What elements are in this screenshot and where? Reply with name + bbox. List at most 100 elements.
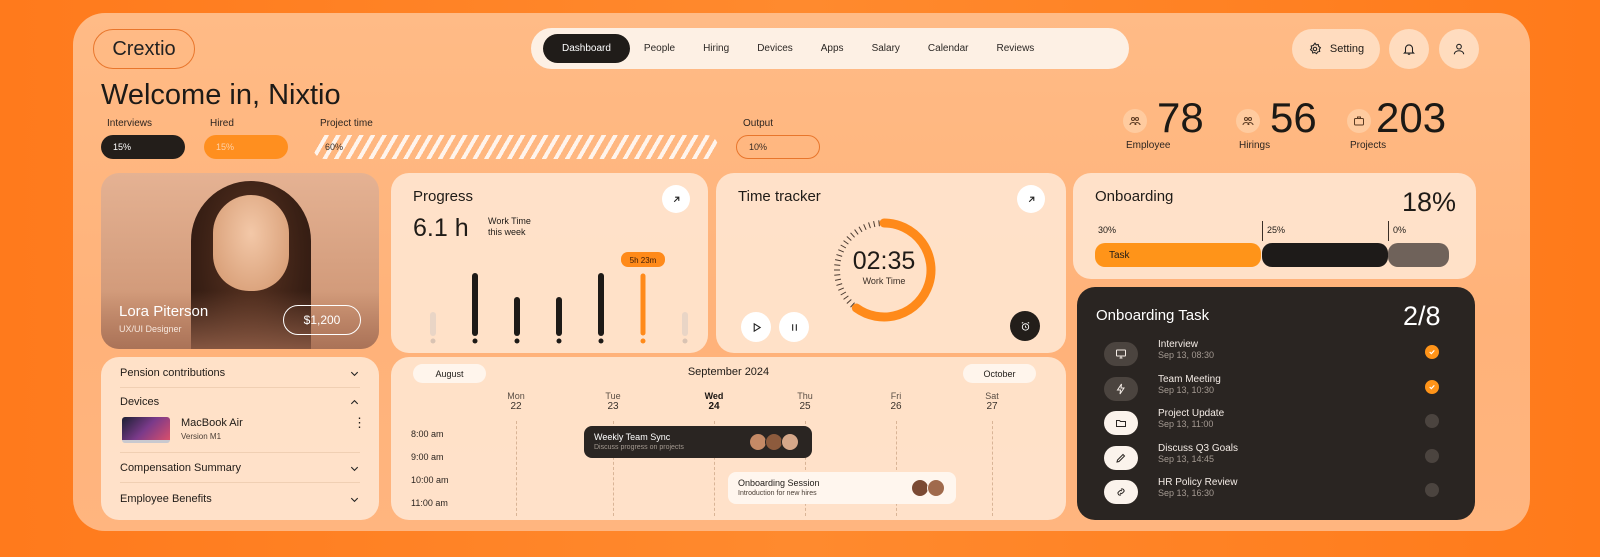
device-version: Version M1 [181, 432, 222, 441]
task-name: Discuss Q3 Goals [1158, 442, 1239, 454]
event-desc: Introduction for new hires [738, 490, 817, 497]
event-title: Weekly Team Sync [594, 432, 671, 442]
compensation-row[interactable]: Compensation Summary [120, 461, 360, 475]
progress-card: Progress 6.1 h Work Time this week SMTWT… [391, 173, 708, 353]
onboarding-seg-2-label: 25% [1267, 225, 1286, 235]
nav-calendar[interactable]: Calendar [914, 34, 983, 63]
next-month-button[interactable]: October [963, 364, 1036, 383]
chevron-down-icon [350, 466, 359, 471]
hired-label: Hired [210, 118, 234, 129]
play-button[interactable] [741, 312, 771, 342]
tick [838, 287, 845, 291]
event-onboarding-session[interactable]: Onboarding Session Introduction for new … [728, 472, 956, 504]
profile-role: UX/UI Designer [119, 324, 182, 334]
nav-apps[interactable]: Apps [807, 34, 858, 63]
nav-hiring[interactable]: Hiring [689, 34, 743, 63]
task-row[interactable]: Project Update Sep 13, 11:00 [1104, 408, 1444, 438]
bar-dot [598, 338, 604, 344]
employee-count: 78 [1157, 94, 1204, 141]
interviews-label: Interviews [107, 118, 153, 129]
task-row[interactable]: Team Meeting Sep 13, 10:30 [1104, 374, 1444, 404]
link-icon [1104, 480, 1138, 504]
bell-icon [1403, 44, 1415, 55]
tick [868, 222, 871, 229]
highlight-label: 5h 23m [630, 256, 657, 265]
project-time-chip: 60% [313, 135, 718, 159]
tracker-expand-button[interactable] [1017, 185, 1045, 213]
pension-row[interactable]: Pension contributions [120, 366, 360, 380]
tick [846, 236, 852, 241]
device-name: MacBook Air [181, 417, 243, 429]
bar-dot [682, 338, 688, 344]
event-title: Onboarding Session [738, 478, 820, 488]
tick [863, 224, 867, 231]
onboarding-seg-1-label: 30% [1098, 225, 1117, 235]
profile-card[interactable]: Lora Piterson UX/UI Designer $1,200 [101, 173, 379, 349]
pending-dot[interactable] [1425, 483, 1439, 497]
calendar-day[interactable]: Mon 22 [496, 391, 536, 412]
task-row[interactable]: Discuss Q3 Goals Sep 13, 14:45 [1104, 443, 1444, 473]
nav-dashboard[interactable]: Dashboard [543, 34, 630, 63]
progress-bar-chart: SMTWTFS5h 23m [430, 252, 688, 344]
briefcase-icon [1347, 109, 1371, 133]
tick [878, 220, 880, 227]
pause-button[interactable] [779, 312, 809, 342]
alarm-button[interactable] [1010, 311, 1040, 341]
task-row[interactable]: HR Policy Review Sep 13, 16:30 [1104, 477, 1444, 507]
pencil-icon [1104, 445, 1138, 470]
tasks-title: Onboarding Task [1096, 307, 1210, 324]
calendar-day[interactable]: Sat 27 [972, 391, 1012, 412]
main-nav: Dashboard People Hiring Devices Apps Sal… [531, 28, 1129, 69]
chevron-up-icon [350, 399, 359, 404]
task-name: Team Meeting [1158, 373, 1221, 385]
pending-dot[interactable] [1425, 414, 1439, 428]
onboarding-title: Onboarding [1095, 188, 1174, 205]
bar-dot [556, 338, 562, 344]
time-tracker-card: Time tracker 02:35 Work Time [716, 173, 1066, 353]
notifications-button[interactable] [1389, 29, 1429, 69]
tasks-count: 2/8 [1403, 301, 1441, 331]
calendar-day[interactable]: Fri 26 [876, 391, 916, 412]
monitor-icon [1104, 342, 1138, 366]
hired-chip: 15% [204, 135, 288, 159]
people-icon [1123, 109, 1147, 133]
page-title: Welcome in, Nixtio [101, 79, 341, 111]
pending-dot[interactable] [1425, 448, 1439, 463]
profile-button[interactable] [1439, 29, 1479, 69]
progress-expand-button[interactable] [662, 185, 690, 213]
tick [858, 226, 863, 233]
benefits-row[interactable]: Employee Benefits [120, 492, 360, 506]
check-icon[interactable] [1425, 379, 1439, 394]
hirings-count: 56 [1270, 94, 1317, 141]
event-desc: Discuss progress on projects [594, 444, 684, 451]
nav-people[interactable]: People [630, 34, 689, 63]
calendar-day-selected[interactable]: Wed 24 [694, 391, 734, 412]
macbook-image [122, 417, 170, 443]
pension-label: Pension contributions [120, 367, 226, 379]
salary-button[interactable]: $1,200 [283, 305, 361, 335]
event-weekly-sync[interactable]: Weekly Team Sync Discuss progress on pro… [584, 426, 812, 458]
onboarding-seg-1-bar: Task [1095, 243, 1261, 267]
check-icon[interactable] [1425, 345, 1439, 359]
onboarding-percent: 18% [1402, 187, 1457, 217]
bar-dot [514, 338, 520, 344]
nav-devices[interactable]: Devices [743, 34, 807, 63]
profile-name: Lora Piterson [119, 303, 209, 320]
brand-logo[interactable]: Crextio [93, 29, 195, 69]
arrow-up-right-icon [673, 196, 679, 202]
task-name: HR Policy Review [1158, 477, 1238, 488]
folder-icon [1104, 411, 1138, 435]
nav-salary[interactable]: Salary [858, 34, 914, 63]
arrow-up-right-icon [1028, 196, 1034, 202]
tick [846, 299, 852, 304]
setting-button[interactable]: Setting [1292, 29, 1380, 69]
tracker-title: Time tracker [738, 188, 821, 205]
calendar-day[interactable]: Thu 25 [785, 391, 825, 412]
nav-reviews[interactable]: Reviews [983, 34, 1049, 63]
task-date: Sep 13, 16:30 [1158, 488, 1215, 498]
task-row[interactable]: Interview Sep 13, 08:30 [1104, 339, 1444, 369]
bar-dot [430, 338, 436, 344]
more-options-icon[interactable]: ⋮ [353, 416, 366, 429]
devices-row[interactable]: Devices [120, 395, 360, 409]
calendar-day[interactable]: Tue 23 [593, 391, 633, 412]
